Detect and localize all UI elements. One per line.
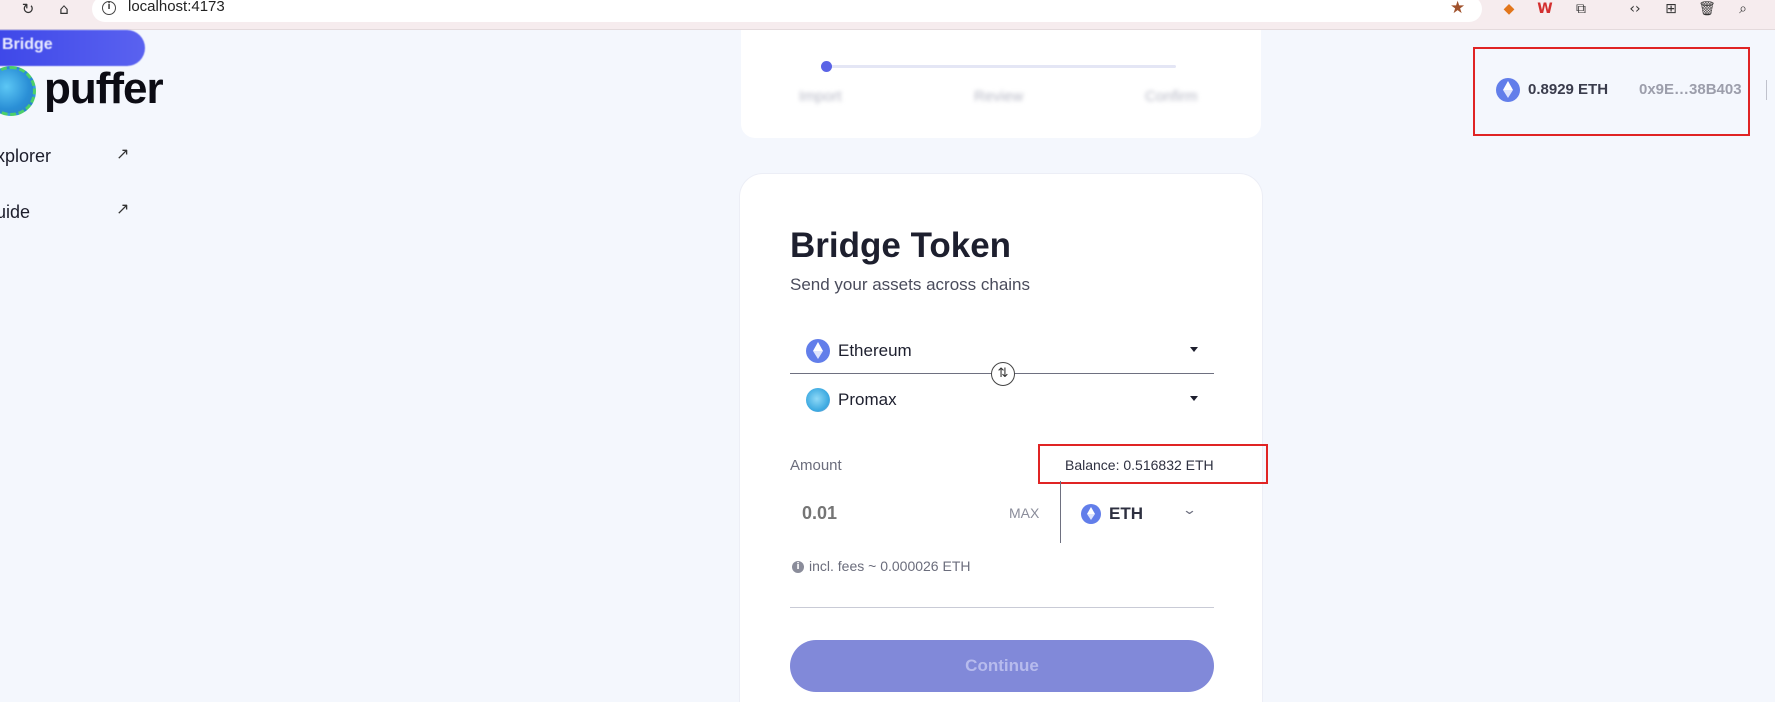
- step-review: Review: [974, 88, 1024, 105]
- ethereum-icon: [806, 339, 830, 363]
- url-text[interactable]: localhost:4173: [128, 0, 225, 15]
- wallet-balance[interactable]: 0.8929 ETH: [1528, 81, 1608, 98]
- reload-icon[interactable]: ↻: [18, 0, 38, 18]
- fee-text: incl. fees ~ 0.000026 ETH: [809, 558, 971, 574]
- devtools-code-icon[interactable]: ‹›: [1624, 0, 1646, 18]
- extensions-puzzle-icon[interactable]: ⧉: [1570, 0, 1592, 18]
- max-button[interactable]: MAX: [1009, 505, 1039, 521]
- sidebar-link-guide[interactable]: uide: [0, 202, 30, 223]
- wallet-address-button[interactable]: 0x9E…38B403: [1639, 81, 1742, 98]
- section-divider: [790, 607, 1214, 608]
- token-select[interactable]: ETH: [1109, 504, 1143, 524]
- chevron-down-icon[interactable]: ⌄: [1182, 503, 1197, 518]
- browser-toolbar: ↻ ⌂ i localhost:4173 ★ ◆ W ⧉ ‹› ⊞ 🗑 ⌕: [0, 0, 1775, 30]
- bridge-card: Bridge Token Send your assets across cha…: [739, 173, 1268, 702]
- amount-token-separator: [1060, 481, 1061, 543]
- site-info-icon[interactable]: i: [102, 1, 116, 15]
- address-bar[interactable]: i localhost:4173 ★: [92, 0, 1482, 22]
- home-icon[interactable]: ⌂: [54, 0, 74, 18]
- page-subtitle: Send your assets across chains: [790, 275, 1031, 294]
- step-confirm: Confirm: [1145, 88, 1198, 105]
- trash-icon[interactable]: 🗑: [1696, 0, 1718, 18]
- brand-name: puffer: [44, 64, 164, 113]
- puffer-fish-icon: [0, 66, 36, 116]
- external-link-icon: ↗: [116, 144, 130, 163]
- page-title: Bridge Token: [790, 226, 1012, 265]
- search-page-icon[interactable]: ⌕: [1732, 0, 1754, 18]
- info-icon: i: [792, 561, 804, 573]
- translate-icon[interactable]: ⊞: [1660, 0, 1682, 18]
- sidebar-item-bridge[interactable]: Bridge: [0, 30, 145, 66]
- amount-label: Amount: [790, 457, 842, 474]
- stepper-current-dot: [821, 61, 832, 72]
- to-chain-select[interactable]: Promax: [790, 379, 1214, 419]
- from-chain-name: Ethereum: [838, 341, 912, 360]
- stepper-track: [826, 65, 1176, 68]
- continue-button[interactable]: Continue: [790, 640, 1214, 692]
- sidebar-link-explorer[interactable]: xplorer: [0, 146, 51, 167]
- to-chain-name: Promax: [838, 390, 897, 409]
- step-import: Import: [799, 88, 842, 105]
- sidebar-item-bridge-label: Bridge: [2, 36, 53, 53]
- promax-chain-icon: [806, 388, 830, 412]
- balance-text: Balance: 0.516832 ETH: [1065, 457, 1214, 473]
- wps-extension-icon[interactable]: W: [1534, 0, 1556, 18]
- amount-input[interactable]: [802, 495, 972, 531]
- edge-divider: [1766, 80, 1767, 100]
- metamask-extension-icon[interactable]: ◆: [1498, 0, 1520, 18]
- caret-down-icon: [1190, 396, 1198, 401]
- eth-token-icon[interactable]: [1081, 504, 1101, 524]
- caret-down-icon: [1190, 347, 1198, 352]
- ethereum-icon: [1496, 78, 1520, 102]
- puffer-logo[interactable]: puffer: [0, 64, 170, 116]
- bookmark-star-icon[interactable]: ★: [1450, 0, 1465, 18]
- external-link-icon: ↗: [116, 199, 130, 218]
- stepper-card: Import Review Confirm: [741, 30, 1261, 138]
